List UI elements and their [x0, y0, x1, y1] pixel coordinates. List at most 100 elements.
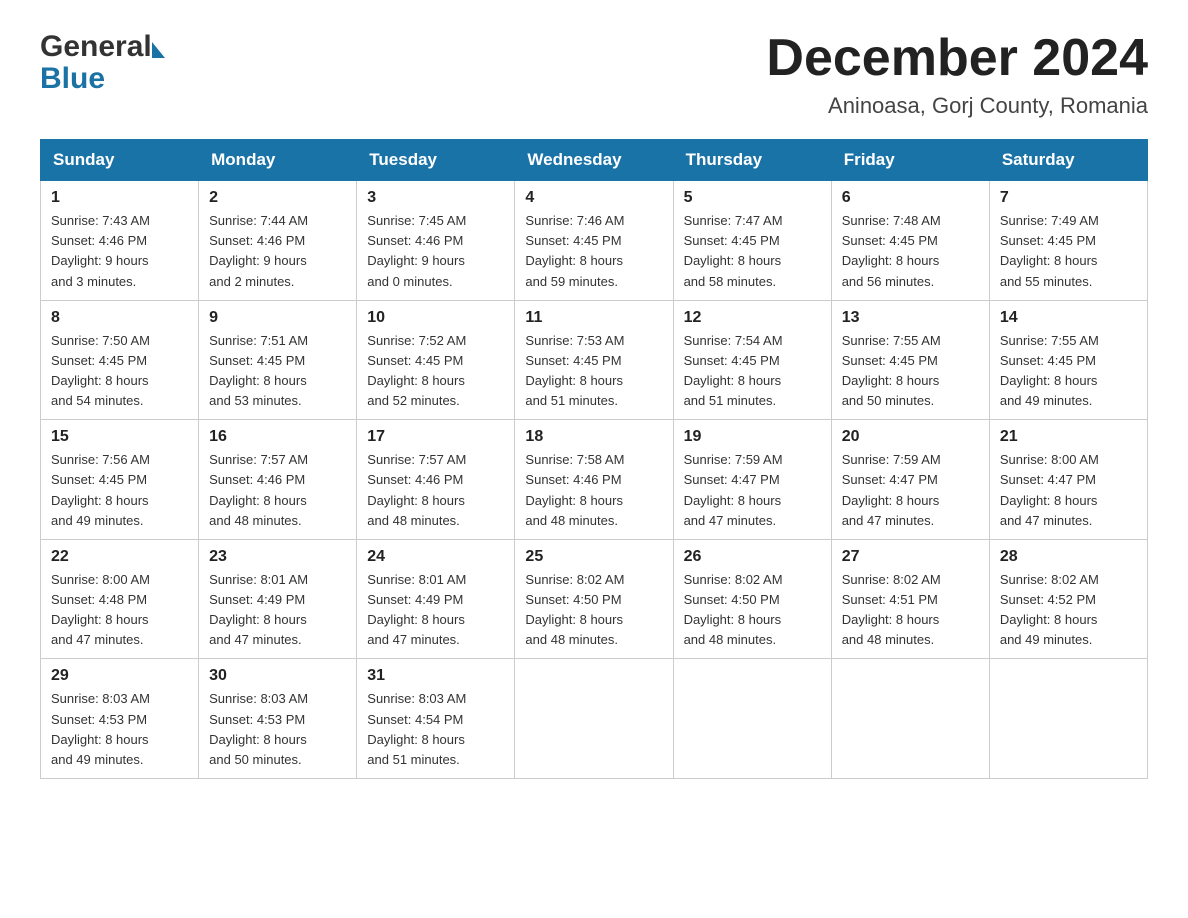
- day-info: Sunrise: 7:51 AMSunset: 4:45 PMDaylight:…: [209, 331, 346, 412]
- day-number: 21: [1000, 428, 1137, 446]
- day-number: 10: [367, 309, 504, 327]
- month-title: December 2024: [766, 30, 1148, 87]
- calendar-cell: 1 Sunrise: 7:43 AMSunset: 4:46 PMDaylight…: [41, 181, 199, 301]
- calendar-table: SundayMondayTuesdayWednesdayThursdayFrid…: [40, 139, 1148, 779]
- calendar-cell: 20Sunrise: 7:59 AMSunset: 4:47 PMDayligh…: [831, 420, 989, 540]
- calendar-cell: 16 Sunrise: 7:57 AMSunset: 4:46 PMDayligh…: [199, 420, 357, 540]
- calendar-cell: 11 Sunrise: 7:53 AMSunset: 4:45 PMDayligh…: [515, 300, 673, 420]
- day-info: Sunrise: 8:01 AMSunset: 4:49 PMDaylight:…: [209, 570, 346, 651]
- page-header: General Blue December 2024 Aninoasa, Gor…: [40, 30, 1148, 119]
- calendar-cell: 26 Sunrise: 8:02 AMSunset: 4:50 PMDayligh…: [673, 539, 831, 659]
- calendar-cell: 3 Sunrise: 7:45 AMSunset: 4:46 PMDaylight…: [357, 181, 515, 301]
- calendar-cell: 18Sunrise: 7:58 AMSunset: 4:46 PMDayligh…: [515, 420, 673, 540]
- day-number: 27: [842, 548, 979, 566]
- day-number: 23: [209, 548, 346, 566]
- calendar-header-wednesday: Wednesday: [515, 140, 673, 181]
- day-info: Sunrise: 7:53 AMSunset: 4:45 PMDaylight:…: [525, 331, 662, 412]
- day-number: 7: [1000, 189, 1137, 207]
- calendar-cell: 6 Sunrise: 7:48 AMSunset: 4:45 PMDaylight…: [831, 181, 989, 301]
- day-number: 11: [525, 309, 662, 327]
- calendar-cell: 15Sunrise: 7:56 AMSunset: 4:45 PMDayligh…: [41, 420, 199, 540]
- day-info: Sunrise: 7:52 AMSunset: 4:45 PMDaylight:…: [367, 331, 504, 412]
- calendar-cell: 14 Sunrise: 7:55 AMSunset: 4:45 PMDayligh…: [989, 300, 1147, 420]
- calendar-cell: 10 Sunrise: 7:52 AMSunset: 4:45 PMDayligh…: [357, 300, 515, 420]
- day-number: 24: [367, 548, 504, 566]
- day-info: Sunrise: 8:02 AMSunset: 4:50 PMDaylight:…: [525, 570, 662, 651]
- calendar-cell: 23 Sunrise: 8:01 AMSunset: 4:49 PMDayligh…: [199, 539, 357, 659]
- day-number: 3: [367, 189, 504, 207]
- day-number: 13: [842, 309, 979, 327]
- calendar-cell: 21Sunrise: 8:00 AMSunset: 4:47 PMDayligh…: [989, 420, 1147, 540]
- calendar-header-row: SundayMondayTuesdayWednesdayThursdayFrid…: [41, 140, 1148, 181]
- calendar-cell: 5 Sunrise: 7:47 AMSunset: 4:45 PMDaylight…: [673, 181, 831, 301]
- day-number: 22: [51, 548, 188, 566]
- day-number: 2: [209, 189, 346, 207]
- day-info: Sunrise: 7:44 AMSunset: 4:46 PMDaylight:…: [209, 211, 346, 292]
- calendar-header-saturday: Saturday: [989, 140, 1147, 181]
- day-info: Sunrise: 7:55 AMSunset: 4:45 PMDaylight:…: [842, 331, 979, 412]
- day-info: Sunrise: 7:46 AMSunset: 4:45 PMDaylight:…: [525, 211, 662, 292]
- day-number: 26: [684, 548, 821, 566]
- day-info: Sunrise: 7:49 AMSunset: 4:45 PMDaylight:…: [1000, 211, 1137, 292]
- day-number: 4: [525, 189, 662, 207]
- calendar-cell: 22 Sunrise: 8:00 AMSunset: 4:48 PMDayligh…: [41, 539, 199, 659]
- day-number: 30: [209, 667, 346, 685]
- day-number: 14: [1000, 309, 1137, 327]
- day-number: 28: [1000, 548, 1137, 566]
- calendar-cell: 28 Sunrise: 8:02 AMSunset: 4:52 PMDayligh…: [989, 539, 1147, 659]
- day-number: 1: [51, 189, 188, 207]
- day-info: Sunrise: 7:48 AMSunset: 4:45 PMDaylight:…: [842, 211, 979, 292]
- day-number: 6: [842, 189, 979, 207]
- calendar-cell: 7 Sunrise: 7:49 AMSunset: 4:45 PMDaylight…: [989, 181, 1147, 301]
- logo-triangle-icon: [152, 42, 165, 58]
- calendar-cell: 19Sunrise: 7:59 AMSunset: 4:47 PMDayligh…: [673, 420, 831, 540]
- calendar-cell: 31 Sunrise: 8:03 AMSunset: 4:54 PMDayligh…: [357, 659, 515, 779]
- day-number: 5: [684, 189, 821, 207]
- day-info: Sunrise: 7:47 AMSunset: 4:45 PMDaylight:…: [684, 211, 821, 292]
- day-info: Sunrise: 8:03 AMSunset: 4:54 PMDaylight:…: [367, 689, 504, 770]
- day-number: 31: [367, 667, 504, 685]
- calendar-header-thursday: Thursday: [673, 140, 831, 181]
- calendar-cell: 13 Sunrise: 7:55 AMSunset: 4:45 PMDayligh…: [831, 300, 989, 420]
- calendar-week-row: 15Sunrise: 7:56 AMSunset: 4:45 PMDayligh…: [41, 420, 1148, 540]
- day-info: Sunrise: 7:59 AMSunset: 4:47 PMDaylight:…: [684, 450, 821, 531]
- day-number: 9: [209, 309, 346, 327]
- day-info: Sunrise: 7:43 AMSunset: 4:46 PMDaylight:…: [51, 211, 188, 292]
- day-info: Sunrise: 7:57 AMSunset: 4:46 PMDaylight:…: [367, 450, 504, 531]
- day-info: Sunrise: 8:02 AMSunset: 4:51 PMDaylight:…: [842, 570, 979, 651]
- calendar-cell: 8Sunrise: 7:50 AMSunset: 4:45 PMDaylight…: [41, 300, 199, 420]
- calendar-header-friday: Friday: [831, 140, 989, 181]
- day-info: Sunrise: 8:01 AMSunset: 4:49 PMDaylight:…: [367, 570, 504, 651]
- calendar-cell: 12 Sunrise: 7:54 AMSunset: 4:45 PMDayligh…: [673, 300, 831, 420]
- calendar-header-monday: Monday: [199, 140, 357, 181]
- day-number: 29: [51, 667, 188, 685]
- day-number: 12: [684, 309, 821, 327]
- title-section: December 2024 Aninoasa, Gorj County, Rom…: [766, 30, 1148, 119]
- day-info: Sunrise: 8:02 AMSunset: 4:50 PMDaylight:…: [684, 570, 821, 651]
- location-subtitle: Aninoasa, Gorj County, Romania: [766, 93, 1148, 119]
- calendar-header-sunday: Sunday: [41, 140, 199, 181]
- calendar-cell: [673, 659, 831, 779]
- day-info: Sunrise: 7:56 AMSunset: 4:45 PMDaylight:…: [51, 450, 188, 531]
- calendar-cell: [515, 659, 673, 779]
- calendar-cell: 25 Sunrise: 8:02 AMSunset: 4:50 PMDayligh…: [515, 539, 673, 659]
- day-info: Sunrise: 7:59 AMSunset: 4:47 PMDaylight:…: [842, 450, 979, 531]
- day-info: Sunrise: 8:02 AMSunset: 4:52 PMDaylight:…: [1000, 570, 1137, 651]
- day-info: Sunrise: 7:50 AMSunset: 4:45 PMDaylight:…: [51, 331, 188, 412]
- calendar-cell: 24 Sunrise: 8:01 AMSunset: 4:49 PMDayligh…: [357, 539, 515, 659]
- calendar-cell: 30Sunrise: 8:03 AMSunset: 4:53 PMDayligh…: [199, 659, 357, 779]
- day-info: Sunrise: 7:55 AMSunset: 4:45 PMDaylight:…: [1000, 331, 1137, 412]
- day-info: Sunrise: 7:54 AMSunset: 4:45 PMDaylight:…: [684, 331, 821, 412]
- calendar-cell: [989, 659, 1147, 779]
- calendar-cell: [831, 659, 989, 779]
- calendar-cell: 17Sunrise: 7:57 AMSunset: 4:46 PMDayligh…: [357, 420, 515, 540]
- calendar-week-row: 8Sunrise: 7:50 AMSunset: 4:45 PMDaylight…: [41, 300, 1148, 420]
- calendar-cell: 29Sunrise: 8:03 AMSunset: 4:53 PMDayligh…: [41, 659, 199, 779]
- calendar-week-row: 22 Sunrise: 8:00 AMSunset: 4:48 PMDayligh…: [41, 539, 1148, 659]
- day-info: Sunrise: 7:45 AMSunset: 4:46 PMDaylight:…: [367, 211, 504, 292]
- day-number: 16: [209, 428, 346, 446]
- calendar-cell: 9 Sunrise: 7:51 AMSunset: 4:45 PMDaylight…: [199, 300, 357, 420]
- day-number: 25: [525, 548, 662, 566]
- day-info: Sunrise: 8:00 AMSunset: 4:48 PMDaylight:…: [51, 570, 188, 651]
- day-info: Sunrise: 7:57 AMSunset: 4:46 PMDaylight:…: [209, 450, 346, 531]
